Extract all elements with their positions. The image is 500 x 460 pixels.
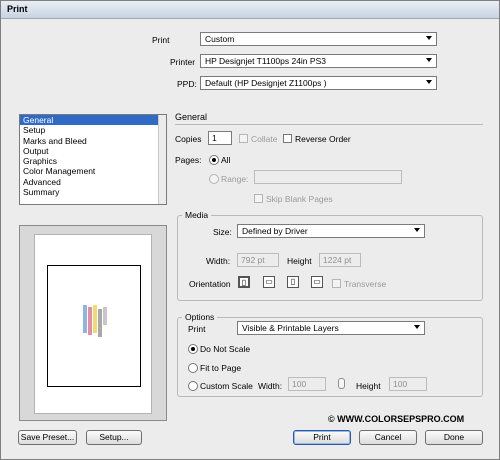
scale-height-value: 100 — [393, 379, 408, 389]
pages-range-input[interactable] — [254, 170, 402, 184]
reverse-order-checkbox[interactable] — [283, 134, 292, 143]
media-size-value: Defined by Driver — [242, 226, 308, 236]
general-section-title: General — [175, 112, 208, 122]
sidebar-item-general[interactable]: General — [20, 115, 166, 126]
skip-blank-pages-checkbox[interactable] — [254, 194, 263, 203]
print-dialog: Print Print Custom Printer HP Designjet … — [0, 0, 500, 460]
fit-to-page-label: Fit to Page — [200, 363, 242, 373]
scale-height-field[interactable]: 100 — [389, 377, 427, 391]
sidebar-item-summary[interactable]: Summary — [20, 187, 166, 197]
ppd-label: PPD: — [177, 79, 197, 89]
print-preset-label: Print — [152, 35, 170, 45]
transverse-checkbox[interactable] — [332, 279, 341, 288]
pages-all-radio[interactable] — [209, 155, 219, 165]
media-width-value: 792 pt — [241, 255, 265, 265]
copies-field[interactable]: 1 — [208, 131, 232, 145]
cancel-button[interactable]: Cancel — [359, 430, 417, 445]
watermark: © WWW.COLORSEPSPRO.COM — [328, 414, 465, 424]
ppd-dropdown[interactable]: Default (HP Designjet Z1100ps ) — [200, 76, 437, 90]
copies-label: Copies — [175, 134, 202, 144]
preview-paper — [34, 234, 152, 414]
skip-blank-pages-label: Skip Blank Pages — [266, 194, 333, 204]
print-preset-value: Custom — [205, 34, 235, 44]
print-button[interactable]: Print — [293, 430, 351, 445]
custom-scale-label: Custom Scale — [200, 381, 253, 391]
copies-value: 1 — [212, 133, 217, 143]
scale-height-label: Height — [356, 381, 381, 391]
transverse-label: Transverse — [344, 279, 387, 289]
sidebar-item-setup[interactable]: Setup — [20, 125, 166, 135]
reverse-landscape-icon[interactable]: ▭ — [311, 276, 323, 288]
ppd-value: Default (HP Designjet Z1100ps ) — [205, 78, 327, 88]
chevron-down-icon — [426, 80, 432, 84]
media-size-dropdown[interactable]: Defined by Driver — [237, 224, 425, 238]
media-height-label: Height — [287, 256, 312, 266]
sidebar-item-output[interactable]: Output — [20, 146, 166, 156]
media-size-label: Size: — [213, 227, 232, 237]
media-group-title: Media — [182, 210, 212, 220]
landscape-icon[interactable]: ▭ — [263, 276, 275, 288]
reverse-order-label: Reverse Order — [295, 134, 351, 144]
collate-checkbox[interactable] — [239, 134, 248, 143]
print-preview — [19, 225, 167, 421]
sidebar-item-advanced[interactable]: Advanced — [20, 177, 166, 187]
options-print-label: Print — [188, 324, 206, 334]
pages-all-label: All — [221, 155, 231, 165]
options-group-title: Options — [182, 312, 218, 322]
media-width-label: Width: — [206, 256, 231, 266]
options-print-value: Visible & Printable Layers — [242, 323, 339, 333]
general-divider — [175, 124, 483, 125]
chevron-down-icon — [426, 36, 432, 40]
title-bar: Print — [1, 1, 499, 19]
custom-scale-radio[interactable] — [188, 381, 198, 391]
link-chain-icon[interactable] — [338, 378, 345, 389]
chevron-down-icon — [414, 228, 420, 232]
scale-width-field[interactable]: 100 — [288, 377, 326, 391]
media-height-value: 1224 pt — [323, 255, 352, 265]
print-preset-dropdown[interactable]: Custom — [200, 32, 437, 46]
chevron-down-icon — [426, 58, 432, 62]
media-width-field[interactable]: 792 pt — [237, 253, 279, 267]
sidebar-item-marks-and-bleed[interactable]: Marks and Bleed — [20, 136, 166, 146]
pages-range-label: Range: — [221, 174, 249, 184]
collate-label: Collate — [251, 134, 278, 144]
sidebar-item-graphics[interactable]: Graphics — [20, 156, 166, 166]
pages-label: Pages: — [175, 155, 202, 165]
window-title: Print — [7, 4, 28, 14]
printer-dropdown[interactable]: HP Designjet T1100ps 24in PS3 — [200, 54, 437, 68]
options-print-layers-dropdown[interactable]: Visible & Printable Layers — [237, 321, 425, 335]
scale-width-value: 100 — [292, 379, 307, 389]
printer-label: Printer — [170, 57, 196, 67]
fit-to-page-radio[interactable] — [188, 363, 198, 373]
save-preset-button[interactable]: Save Preset... — [18, 430, 77, 445]
list-scrollbar[interactable] — [158, 115, 166, 204]
reverse-portrait-icon[interactable]: ▯ — [287, 276, 299, 288]
do-not-scale-label: Do Not Scale — [200, 344, 251, 354]
pages-range-radio[interactable] — [209, 174, 219, 184]
done-button[interactable]: Done — [425, 430, 483, 445]
printer-value: HP Designjet T1100ps 24in PS3 — [205, 56, 326, 66]
scale-width-label: Width: — [258, 381, 283, 391]
chevron-down-icon — [414, 325, 420, 329]
settings-category-list[interactable]: General Setup Marks and Bleed Output Gra… — [19, 114, 167, 205]
orientation-label: Orientation — [189, 279, 231, 289]
preview-color-bars — [83, 305, 109, 347]
setup-button[interactable]: Setup... — [86, 430, 142, 445]
media-height-field[interactable]: 1224 pt — [319, 253, 361, 267]
do-not-scale-radio[interactable] — [188, 344, 198, 354]
portrait-icon[interactable]: ▯ — [238, 276, 250, 288]
sidebar-item-color-management[interactable]: Color Management — [20, 166, 166, 176]
